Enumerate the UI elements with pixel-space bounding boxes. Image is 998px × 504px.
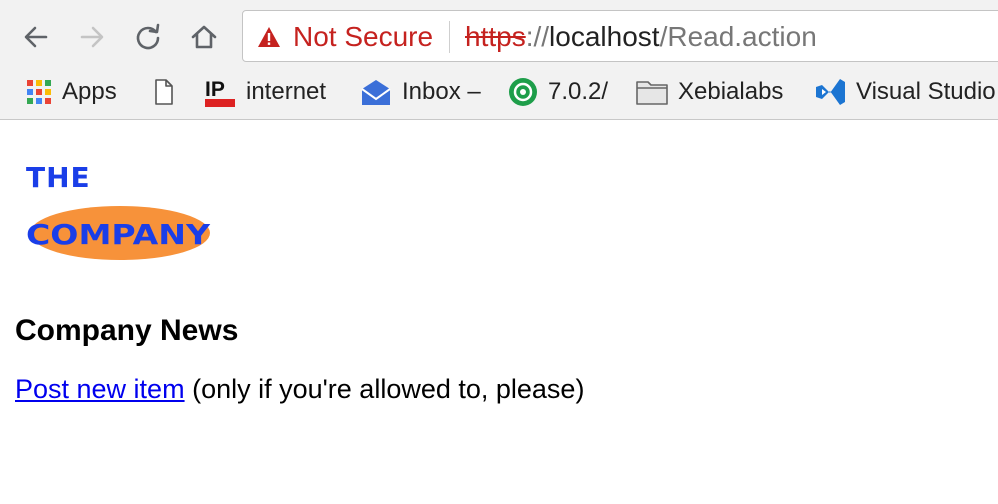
bookmark-visual-studio[interactable]: Visual Studio — [814, 70, 996, 114]
svg-text:IP: IP — [205, 78, 225, 101]
page-icon — [154, 79, 174, 105]
forward-button[interactable] — [76, 21, 108, 53]
ip-logo-icon: IP — [204, 76, 236, 108]
bookmark-apps-label: Apps — [62, 78, 117, 105]
bookmark-xebialabs-label: Xebialabs — [678, 78, 784, 105]
arrow-right-icon — [80, 26, 104, 48]
bookmark-internet-label: internet — [246, 78, 327, 105]
url-text[interactable]: https://localhost/Read.action — [465, 21, 817, 53]
bookmark-inbox[interactable]: Inbox – — [360, 70, 481, 114]
bookmark-inbox-label: Inbox – — [402, 78, 481, 105]
page-title: Company News — [15, 314, 239, 347]
company-logo: THE COMPANY — [26, 161, 211, 260]
post-note: (only if you're allowed to, please) — [184, 374, 585, 404]
bookmark-version-label: 7.0.2/ — [548, 78, 609, 105]
bookmark-version[interactable]: 7.0.2/ — [508, 70, 608, 114]
url-scheme: https — [465, 21, 526, 52]
reload-icon — [136, 23, 160, 50]
reload-button[interactable] — [132, 21, 164, 53]
home-button[interactable] — [188, 21, 220, 53]
apps-grid-icon — [26, 79, 52, 105]
arrow-left-icon — [24, 26, 48, 48]
bookmark-visual-studio-label: Visual Studio — [856, 78, 996, 105]
bookmarks-bar: Apps IP internet Inbox – 7.0.2/ Xebialab… — [0, 70, 998, 114]
bookmark-xebialabs[interactable]: Xebialabs — [636, 70, 783, 114]
logo-text-bottom: COMPANY — [26, 218, 211, 251]
folder-icon — [636, 79, 668, 105]
url-separator: :// — [525, 21, 550, 52]
logo-text-top: THE — [26, 161, 91, 194]
browser-chrome: Not Secure https://localhost/Read.action… — [0, 0, 998, 120]
back-button[interactable] — [20, 21, 52, 53]
warning-icon — [258, 27, 280, 47]
inbox-icon — [360, 77, 392, 107]
address-bar[interactable]: Not Secure https://localhost/Read.action — [242, 10, 998, 62]
home-icon — [191, 25, 217, 49]
url-path: /Read.action — [659, 21, 817, 52]
url-host: localhost — [549, 21, 660, 52]
green-circle-icon — [508, 77, 538, 107]
bookmark-page[interactable] — [154, 70, 184, 114]
bookmark-internet[interactable]: IP internet — [204, 70, 326, 114]
address-separator — [449, 21, 450, 53]
post-new-item-link[interactable]: Post new item — [15, 374, 185, 404]
visual-studio-icon — [814, 77, 846, 107]
bookmark-apps[interactable]: Apps — [26, 70, 117, 114]
post-instructions: Post new item (only if you're allowed to… — [15, 374, 584, 405]
not-secure-label[interactable]: Not Secure — [293, 21, 433, 53]
